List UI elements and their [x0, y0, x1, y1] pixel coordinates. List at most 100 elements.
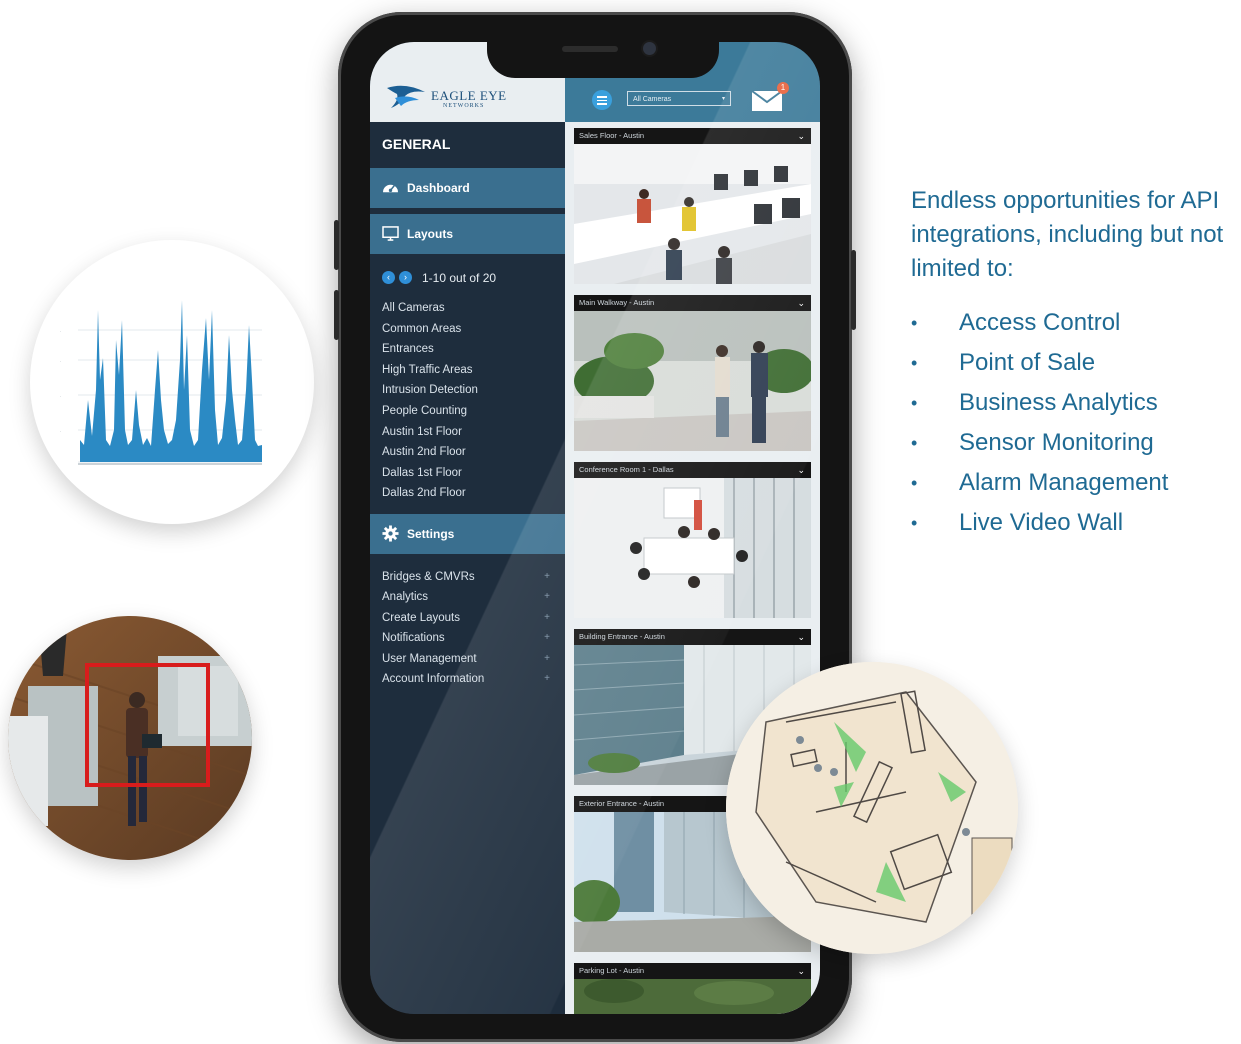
camera-title: Main Walkway - Austin	[579, 298, 655, 307]
brand-logo[interactable]: EAGLE EYE NETWORKS	[385, 78, 545, 118]
camera-view-parking-lot	[574, 979, 811, 1014]
layout-item[interactable]: Dallas 1st Floor	[382, 463, 478, 484]
layout-item[interactable]: Intrusion Detection	[382, 380, 478, 401]
plus-icon[interactable]: +	[544, 669, 550, 689]
plus-icon[interactable]: +	[544, 608, 550, 628]
logo-name: EAGLE EYE	[431, 88, 507, 103]
phone-side-button	[334, 220, 339, 270]
camera-tile[interactable]: Main Walkway - Austin ⌄	[574, 295, 811, 451]
plus-icon[interactable]: +	[544, 587, 550, 607]
settings-item[interactable]: Analytics +	[382, 587, 550, 607]
bullet-icon: •	[911, 393, 918, 413]
integration-label: Alarm Management	[959, 469, 1169, 496]
settings-item-label: Account Information	[382, 672, 485, 685]
bullet-icon: •	[911, 313, 918, 333]
camera-title: Parking Lot - Austin	[579, 966, 645, 975]
settings-item[interactable]: Notifications +	[382, 628, 550, 648]
sidebar: EAGLE EYE NETWORKS GENERAL Dashboard Lay…	[370, 42, 565, 1014]
integration-item: • Access Control	[911, 306, 1168, 346]
menu-icon[interactable]	[592, 90, 612, 110]
layout-item[interactable]: People Counting	[382, 401, 478, 422]
floor-plan-map	[726, 662, 1018, 954]
section-title-general: GENERAL	[382, 136, 451, 152]
camera-title-bar: Conference Room 1 - Dallas ⌄	[574, 462, 811, 478]
chevron-down-icon[interactable]: ⌄	[797, 963, 805, 979]
phone-side-button	[851, 250, 856, 330]
plus-icon[interactable]: +	[544, 628, 550, 648]
layout-list: All Cameras Common Areas Entrances High …	[382, 298, 478, 504]
settings-item-label: Create Layouts	[382, 611, 460, 624]
monitor-icon	[382, 226, 399, 241]
integration-label: Business Analytics	[959, 389, 1158, 416]
camera-view-main-walkway	[574, 311, 811, 451]
camera-title: Sales Floor - Austin	[579, 131, 645, 140]
camera-select-value: All Cameras	[633, 96, 672, 103]
chevron-down-icon[interactable]: ⌄	[797, 128, 805, 144]
settings-item[interactable]: Bridges & CMVRs +	[382, 567, 550, 587]
layout-item[interactable]: Common Areas	[382, 319, 478, 340]
layout-item[interactable]: Austin 2nd Floor	[382, 442, 478, 463]
camera-select[interactable]: All Cameras ▾	[627, 91, 731, 106]
camera-title-bar: Parking Lot - Austin ⌄	[574, 963, 811, 979]
pager-range-text: 1-10 out of 20	[422, 270, 497, 285]
camera-tile[interactable]: Conference Room 1 - Dallas ⌄	[574, 462, 811, 618]
integration-item: • Live Video Wall	[911, 506, 1168, 546]
layout-item[interactable]: All Cameras	[382, 298, 478, 319]
camera-title: Building Entrance - Austin	[579, 632, 665, 641]
layout-item[interactable]: Dallas 2nd Floor	[382, 483, 478, 504]
svg-text:.: .	[60, 428, 61, 433]
plus-icon[interactable]: +	[544, 649, 550, 669]
layout-item[interactable]: Austin 1st Floor	[382, 422, 478, 443]
integration-label: Sensor Monitoring	[959, 429, 1154, 456]
svg-text:.: .	[60, 328, 61, 333]
svg-text:.: .	[60, 393, 61, 398]
settings-item[interactable]: User Management +	[382, 649, 550, 669]
settings-item-label: Bridges & CMVRs	[382, 571, 475, 583]
bullet-icon: •	[911, 433, 918, 453]
chevron-down-icon[interactable]: ⌄	[797, 462, 805, 478]
integration-label: Point of Sale	[959, 349, 1096, 376]
person-detection-circle	[8, 616, 252, 860]
chevron-down-icon[interactable]: ⌄	[797, 629, 805, 645]
integration-item: • Point of Sale	[911, 346, 1168, 386]
camera-tile[interactable]: Parking Lot - Austin ⌄	[574, 963, 811, 1014]
mail-icon[interactable]	[751, 90, 783, 112]
phone-side-button	[334, 290, 339, 340]
dashboard-gauge-icon	[383, 184, 398, 193]
settings-item[interactable]: Create Layouts +	[382, 608, 550, 628]
camera-view-sales-floor	[574, 144, 811, 284]
layout-item[interactable]: Entrances	[382, 339, 478, 360]
chevron-left-icon[interactable]: ‹	[382, 271, 395, 285]
dashboard-button[interactable]: Dashboard	[370, 168, 565, 208]
settings-item-label: Notifications	[382, 632, 445, 645]
integration-label: Live Video Wall	[959, 509, 1124, 536]
caret-down-icon: ▾	[721, 96, 725, 102]
settings-item[interactable]: Account Information +	[382, 669, 550, 689]
integrations-list: • Access Control • Point of Sale • Business…	[911, 306, 1168, 546]
camera-tile[interactable]: Sales Floor - Austin ⌄	[574, 128, 811, 284]
integration-item: • Business Analytics	[911, 386, 1168, 426]
integration-item: • Alarm Management	[911, 466, 1168, 506]
integration-item: • Sensor Monitoring	[911, 426, 1168, 466]
plus-icon[interactable]: +	[544, 567, 550, 587]
notification-badge: 1	[777, 82, 789, 94]
settings-item-label: Analytics	[382, 591, 429, 604]
logo-subtitle: NETWORKS	[443, 103, 485, 109]
svg-text:.: .	[60, 358, 61, 363]
analytics-chart-circle: ....	[30, 240, 314, 524]
chevron-right-icon[interactable]: ›	[399, 271, 412, 285]
floor-plan-map-circle	[726, 662, 1018, 954]
person-detection-image	[8, 616, 252, 860]
camera-title: Exterior Entrance - Austin	[579, 799, 665, 808]
dashboard-label: Dashboard	[407, 181, 470, 195]
layout-item[interactable]: High Traffic Areas	[382, 360, 478, 381]
layouts-button[interactable]: Layouts	[370, 214, 565, 254]
settings-item-label: User Management	[382, 652, 477, 665]
bullet-icon: •	[911, 353, 918, 373]
settings-button[interactable]: Settings	[370, 514, 565, 554]
chevron-down-icon[interactable]: ⌄	[797, 295, 805, 311]
layout-pager: ‹ › 1-10 out of 20	[382, 270, 496, 285]
camera-title-bar: Building Entrance - Austin ⌄	[574, 629, 811, 645]
analytics-chart-thumbnail: ....	[60, 300, 262, 465]
gear-icon	[382, 525, 399, 542]
